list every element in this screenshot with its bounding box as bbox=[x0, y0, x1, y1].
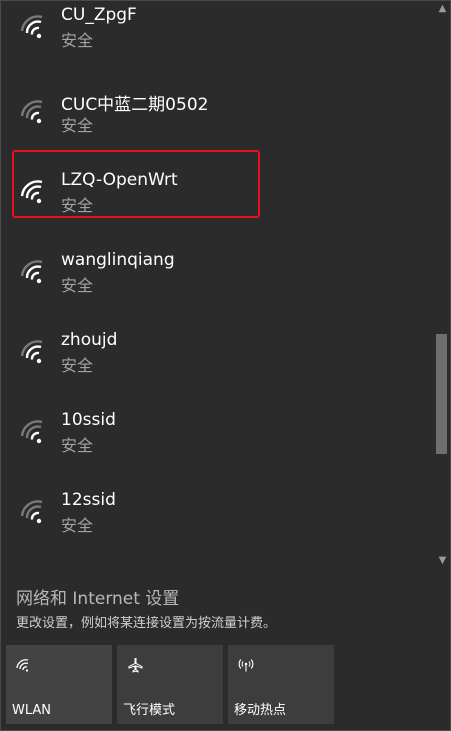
network-ssid: wanglinqiang bbox=[61, 250, 175, 270]
selection-highlight bbox=[12, 150, 260, 218]
network-list-scrollbar[interactable]: ▲ ▼ bbox=[434, 0, 451, 570]
network-status: 安全 bbox=[61, 516, 94, 535]
wlan-tile-label: WLAN bbox=[12, 703, 52, 718]
wifi-signal-icon bbox=[20, 100, 43, 124]
network-settings-link[interactable]: 网络和 Internet 设置 bbox=[16, 584, 179, 609]
scrollbar-thumb[interactable] bbox=[436, 334, 447, 454]
airplane-mode-tile[interactable]: 飞行模式 bbox=[117, 645, 223, 724]
wifi-signal-icon bbox=[20, 340, 43, 364]
network-status: 安全 bbox=[61, 356, 94, 375]
wifi-signal-icon bbox=[20, 260, 43, 284]
wifi-signal-icon bbox=[20, 420, 43, 444]
airplane-icon bbox=[128, 658, 143, 673]
scroll-up-arrow-icon[interactable]: ▲ bbox=[434, 0, 451, 18]
network-ssid: 10ssid bbox=[61, 410, 116, 430]
network-flyout: CU_ZpgF 安全 CUC中蓝二期0502 安全 LZQ-OpenWrt 安全 bbox=[0, 0, 451, 731]
network-ssid: 12ssid bbox=[61, 490, 116, 510]
network-status: 安全 bbox=[61, 116, 94, 135]
network-list: CU_ZpgF 安全 CUC中蓝二期0502 安全 LZQ-OpenWrt 安全 bbox=[0, 0, 434, 570]
scroll-down-arrow-icon[interactable]: ▼ bbox=[434, 552, 451, 570]
network-status: 安全 bbox=[61, 31, 94, 50]
network-status: 安全 bbox=[61, 276, 94, 295]
wifi-icon bbox=[16, 659, 29, 672]
network-ssid: zhoujd bbox=[61, 330, 118, 350]
wifi-signal-icon bbox=[20, 500, 43, 524]
mobile-hotspot-label: 移动热点 bbox=[234, 703, 287, 718]
network-item[interactable]: wanglinqiang 安全 bbox=[0, 245, 434, 325]
network-settings-description: 更改设置，例如将某连接设置为按流量计费。 bbox=[16, 616, 277, 631]
network-item[interactable]: zhoujd 安全 bbox=[0, 325, 434, 405]
network-item[interactable]: 12ssid 安全 bbox=[0, 485, 434, 565]
network-status: 安全 bbox=[61, 436, 94, 455]
network-item[interactable]: 10ssid 安全 bbox=[0, 405, 434, 485]
wifi-signal-icon bbox=[20, 15, 43, 39]
hotspot-icon bbox=[238, 659, 254, 672]
wlan-toggle-tile[interactable]: WLAN bbox=[6, 645, 112, 724]
network-ssid: CU_ZpgF bbox=[61, 5, 137, 25]
airplane-mode-label: 飞行模式 bbox=[123, 703, 176, 718]
mobile-hotspot-tile[interactable]: 移动热点 bbox=[228, 645, 334, 724]
network-item[interactable]: CU_ZpgF 安全 bbox=[0, 0, 434, 80]
